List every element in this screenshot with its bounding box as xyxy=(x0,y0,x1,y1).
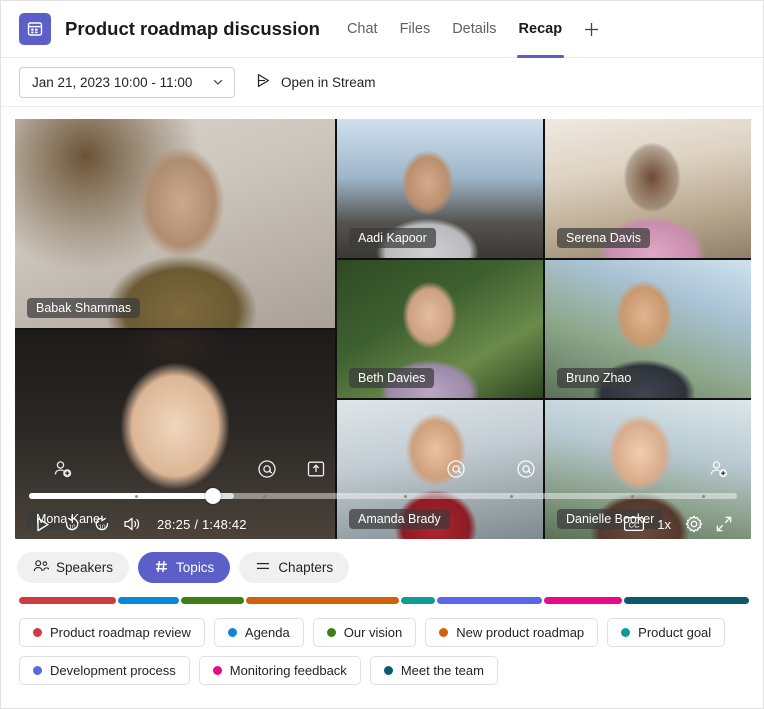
topic-color-dot xyxy=(213,666,222,675)
closed-captions-icon[interactable]: CC xyxy=(619,510,649,538)
video-tile-serena-davis[interactable]: Serena Davis xyxy=(545,119,751,258)
topic-chip-list: Product roadmap review Agenda Our vision Ne… xyxy=(19,618,749,685)
svg-text:10: 10 xyxy=(69,524,76,531)
filter-topics-button[interactable]: Topics xyxy=(138,552,230,583)
meeting-date-label: Jan 21, 2023 10:00 - 11:00 xyxy=(32,75,192,90)
participant-name-label: Amanda Brady xyxy=(349,509,450,529)
page-title: Product roadmap discussion xyxy=(65,18,320,40)
svg-text:10: 10 xyxy=(99,524,106,531)
video-grid: Babak Shammas Mona Kane Aadi Kapoor Sere… xyxy=(15,119,751,539)
filter-chapters-label: Chapters xyxy=(278,560,333,575)
volume-icon[interactable] xyxy=(117,510,147,538)
video-column-left: Babak Shammas Mona Kane xyxy=(15,119,335,539)
video-tile-babak-shammas[interactable]: Babak Shammas xyxy=(15,119,335,328)
sub-toolbar: Jan 21, 2023 10:00 - 11:00 Open in Strea… xyxy=(1,58,763,107)
topic-timeline-segment[interactable] xyxy=(437,597,542,604)
video-tile-bruno-zhao[interactable]: Bruno Zhao xyxy=(545,260,751,399)
topic-color-dot xyxy=(384,666,393,675)
tab-details[interactable]: Details xyxy=(441,1,507,58)
participant-name-label: Babak Shammas xyxy=(27,298,140,318)
topic-timeline-segment[interactable] xyxy=(246,597,400,604)
topic-chip[interactable]: Monitoring feedback xyxy=(199,656,361,685)
forward-10-icon[interactable]: 10 xyxy=(87,510,117,538)
topic-color-dot xyxy=(33,666,42,675)
video-tile-aadi-kapoor[interactable]: Aadi Kapoor xyxy=(337,119,543,258)
add-tab-button[interactable] xyxy=(573,1,610,58)
topic-chip-label: Product goal xyxy=(638,625,711,640)
topic-chip[interactable]: Meet the team xyxy=(370,656,498,685)
tab-files[interactable]: Files xyxy=(389,1,442,58)
people-icon xyxy=(33,559,49,576)
calendar-grid-icon xyxy=(19,13,51,45)
video-feed xyxy=(15,330,335,539)
topic-chip[interactable]: Agenda xyxy=(214,618,304,647)
topic-color-dot xyxy=(621,628,630,637)
topic-color-dot xyxy=(33,628,42,637)
topic-chip-label: Meet the team xyxy=(401,663,484,678)
topic-chip-label: Development process xyxy=(50,663,176,678)
chevron-down-icon xyxy=(211,75,225,89)
fullscreen-icon[interactable] xyxy=(709,510,739,538)
participant-name-label: Bruno Zhao xyxy=(557,368,640,388)
tab-chat[interactable]: Chat xyxy=(336,1,389,58)
open-in-stream-label: Open in Stream xyxy=(281,75,376,90)
video-tile-mona-kane[interactable]: Mona Kane xyxy=(15,330,335,539)
tab-bar: Chat Files Details Recap xyxy=(336,1,610,58)
play-stream-icon xyxy=(255,72,272,92)
topic-color-dot xyxy=(439,628,448,637)
gear-icon[interactable] xyxy=(679,510,709,538)
topic-timeline-segment[interactable] xyxy=(118,597,179,604)
topic-chip-label: Our vision xyxy=(344,625,403,640)
filter-chapters-button[interactable]: Chapters xyxy=(239,552,349,583)
topic-color-dot xyxy=(327,628,336,637)
playback-speed-button[interactable]: 1x xyxy=(649,517,679,532)
filter-speakers-label: Speakers xyxy=(56,560,113,575)
topic-chip-label: Product roadmap review xyxy=(50,625,191,640)
topic-chip-label: Agenda xyxy=(245,625,290,640)
topic-chip[interactable]: Product roadmap review xyxy=(19,618,205,647)
video-row-1: Aadi Kapoor Serena Davis xyxy=(337,119,751,258)
filter-topics-label: Topics xyxy=(176,560,214,575)
video-column-right: Aadi Kapoor Serena Davis Beth Davies Bru… xyxy=(337,119,751,539)
topic-color-dot xyxy=(228,628,237,637)
svg-text:CC: CC xyxy=(629,520,640,529)
hash-icon xyxy=(154,559,169,577)
topic-timeline-segment[interactable] xyxy=(181,597,243,604)
open-in-stream-button[interactable]: Open in Stream xyxy=(249,68,382,96)
topic-chip[interactable]: Development process xyxy=(19,656,190,685)
video-row-2: Beth Davies Bruno Zhao xyxy=(337,260,751,399)
topic-chip[interactable]: Product goal xyxy=(607,618,725,647)
topic-chip-label: New product roadmap xyxy=(456,625,584,640)
topic-chip[interactable]: New product roadmap xyxy=(425,618,598,647)
video-feed xyxy=(15,119,335,328)
topic-timeline[interactable] xyxy=(19,597,749,604)
play-icon[interactable] xyxy=(27,510,57,538)
video-tile-amanda-brady[interactable]: Amanda Brady xyxy=(337,400,543,539)
participant-name-label: Aadi Kapoor xyxy=(349,228,436,248)
video-tile-beth-davies[interactable]: Beth Davies xyxy=(337,260,543,399)
participant-name-label: Beth Davies xyxy=(349,368,434,388)
topic-timeline-segment[interactable] xyxy=(624,597,749,604)
topic-chip[interactable]: Our vision xyxy=(313,618,417,647)
list-icon xyxy=(255,559,271,576)
topic-timeline-segment[interactable] xyxy=(401,597,435,604)
video-stage[interactable]: Babak Shammas Mona Kane Aadi Kapoor Sere… xyxy=(15,119,751,539)
recap-filter-pills: Speakers Topics Chapters xyxy=(17,552,763,583)
filter-speakers-button[interactable]: Speakers xyxy=(17,552,129,583)
topic-chip-label: Monitoring feedback xyxy=(230,663,347,678)
meeting-date-dropdown[interactable]: Jan 21, 2023 10:00 - 11:00 xyxy=(19,67,235,98)
rewind-10-icon[interactable]: 10 xyxy=(57,510,87,538)
header-bar: Product roadmap discussion Chat Files De… xyxy=(1,1,763,58)
participant-name-label: Serena Davis xyxy=(557,228,650,248)
topic-timeline-segment[interactable] xyxy=(19,597,116,604)
topic-timeline-segment[interactable] xyxy=(544,597,623,604)
teams-recap-window: Product roadmap discussion Chat Files De… xyxy=(0,0,764,709)
tab-recap[interactable]: Recap xyxy=(508,1,574,58)
